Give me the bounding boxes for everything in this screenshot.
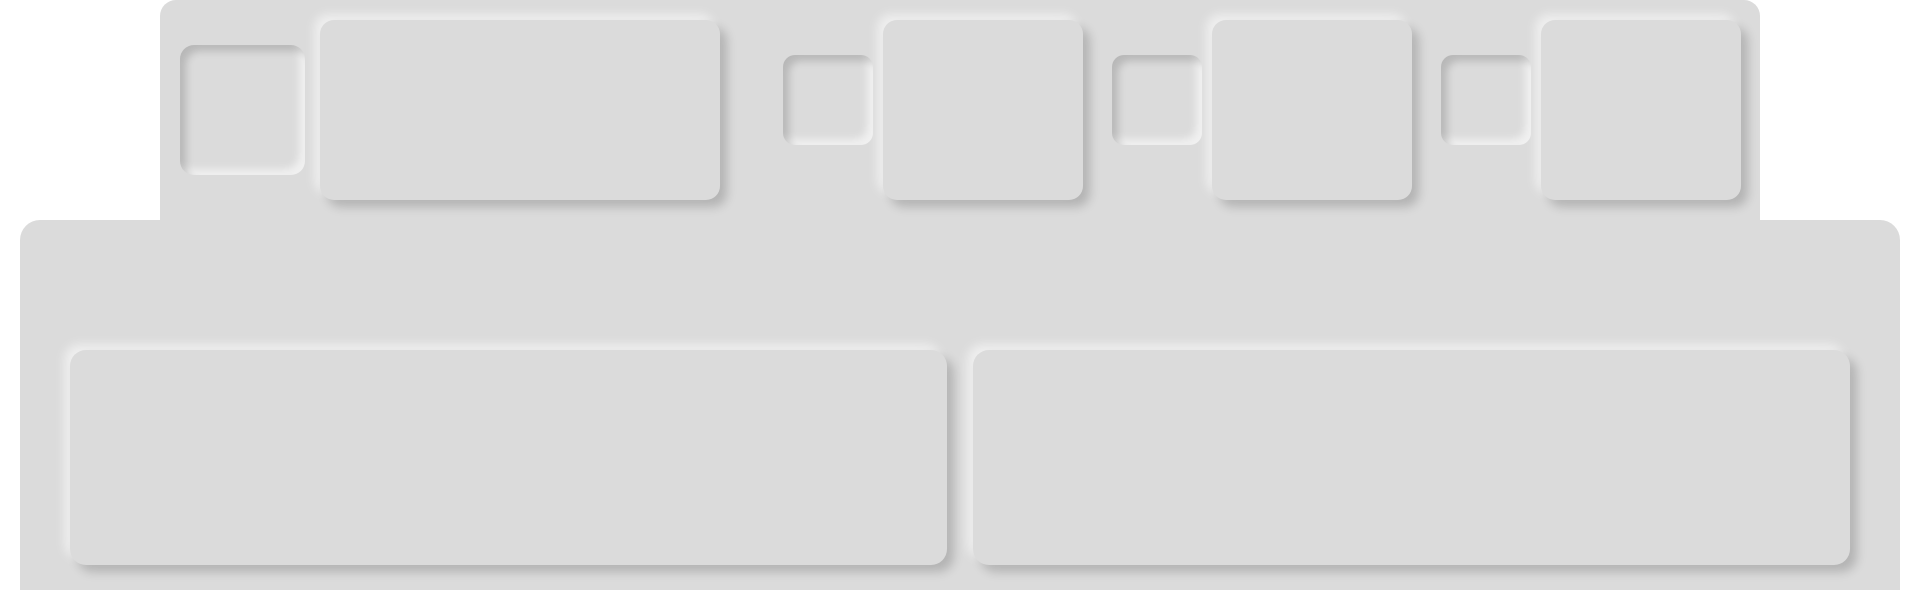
top-slot-3[interactable] <box>1112 55 1202 145</box>
top-card-3[interactable] <box>1212 20 1412 200</box>
top-card-4[interactable] <box>1541 20 1741 200</box>
top-slot-2[interactable] <box>783 55 873 145</box>
top-slot-1[interactable] <box>180 45 305 175</box>
bottom-panel-left[interactable] <box>70 350 947 565</box>
top-slot-4[interactable] <box>1441 55 1531 145</box>
top-card-2[interactable] <box>883 20 1083 200</box>
bottom-panel-right[interactable] <box>973 350 1850 565</box>
top-card-1[interactable] <box>320 20 720 200</box>
